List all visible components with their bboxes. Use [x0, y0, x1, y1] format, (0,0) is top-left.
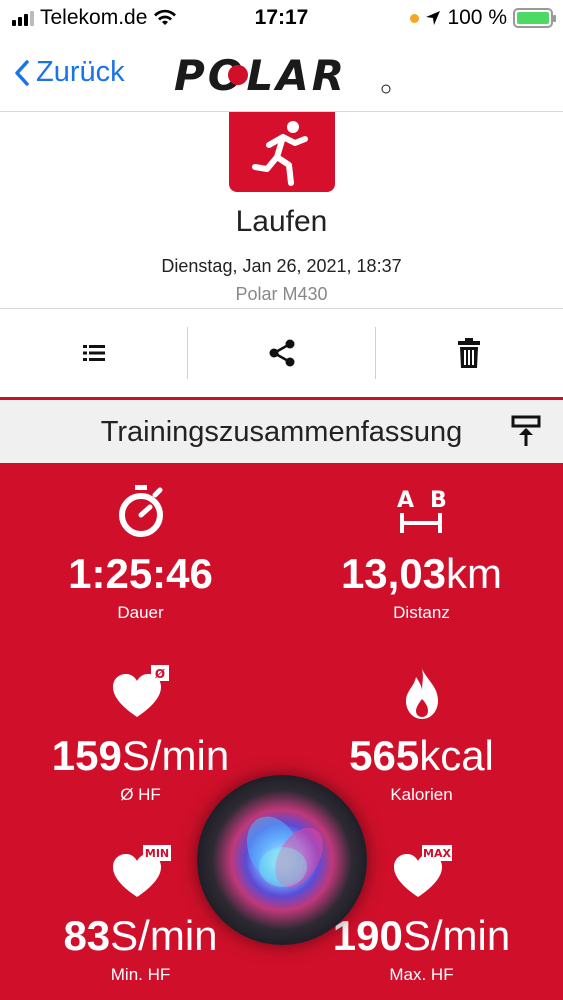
action-toolbar	[0, 309, 563, 397]
chevron-left-icon	[15, 59, 29, 86]
distance-unit: km	[446, 550, 503, 597]
toolbar-separator	[375, 327, 376, 379]
privacy-dot-icon	[410, 13, 420, 23]
stat-calories: 565kcal Kalorien	[281, 663, 562, 805]
max-hr-label: Max. HF	[389, 965, 454, 984]
stat-distance: A B 13,03km Distanz	[281, 481, 562, 623]
session-date: Dienstag, Jan 26, 2021, 18:37	[161, 256, 402, 276]
logo-text: POLAR	[174, 52, 347, 96]
heart-avg-icon: Ø	[112, 665, 169, 717]
duration-value: 1:25:46	[68, 550, 213, 597]
battery-icon	[513, 8, 556, 28]
trash-icon	[458, 338, 481, 368]
list-view-button[interactable]	[0, 309, 188, 397]
list-icon	[82, 345, 105, 361]
back-label: Zurück	[36, 56, 125, 88]
avg-hr-value: 159	[51, 732, 122, 779]
stat-avg-hr: Ø 159S/min Ø HF	[0, 663, 281, 805]
summary-header: Trainingszusammenfassung	[0, 397, 563, 463]
stopwatch-icon	[118, 485, 163, 537]
summary-title: Trainingszusammenfassung	[100, 416, 463, 448]
avg-hr-unit: S/min	[121, 732, 230, 779]
location-arrow-icon	[426, 11, 441, 25]
polar-logo: POLAR	[174, 52, 391, 96]
device-name: Polar M430	[235, 284, 328, 304]
delete-button[interactable]	[375, 309, 563, 397]
distance-ab-icon: A B	[397, 488, 447, 533]
distance-value: 13,03	[340, 550, 447, 597]
share-icon	[269, 339, 294, 367]
svg-text:B: B	[430, 488, 447, 513]
siri-orb[interactable]	[197, 775, 367, 945]
min-hr-value: 83	[63, 912, 111, 959]
min-hr-unit: S/min	[110, 912, 218, 959]
flame-icon	[405, 669, 438, 719]
share-button[interactable]	[188, 309, 376, 397]
max-hr-unit: S/min	[402, 912, 511, 959]
max-hr-value: 190	[332, 912, 403, 959]
calories-unit: kcal	[419, 732, 494, 779]
heart-max-icon: MAX	[393, 845, 452, 897]
export-icon[interactable]	[511, 415, 541, 447]
back-button[interactable]: Zurück	[14, 56, 125, 89]
running-person-icon	[252, 121, 308, 186]
toolbar-separator	[187, 327, 188, 379]
status-bar: Telekom.de 17:17 100 %	[0, 0, 563, 38]
battery-percent: 100 %	[447, 6, 507, 29]
stat-duration: 1:25:46 Dauer	[0, 481, 281, 623]
svg-text:MIN: MIN	[144, 847, 168, 860]
min-hr-label: Min. HF	[110, 965, 171, 984]
sport-tile	[229, 112, 335, 192]
nav-bar: Zurück POLAR	[0, 38, 563, 112]
duration-label: Dauer	[117, 603, 164, 622]
distance-label: Distanz	[393, 603, 450, 622]
svg-text:A: A	[397, 488, 414, 513]
svg-text:Ø: Ø	[154, 667, 164, 681]
status-right-group: 100 %	[410, 6, 556, 30]
calories-value: 565	[349, 732, 420, 779]
sport-name: Laufen	[235, 205, 328, 238]
heart-min-icon: MIN	[112, 845, 171, 897]
svg-text:MAX: MAX	[423, 847, 451, 860]
